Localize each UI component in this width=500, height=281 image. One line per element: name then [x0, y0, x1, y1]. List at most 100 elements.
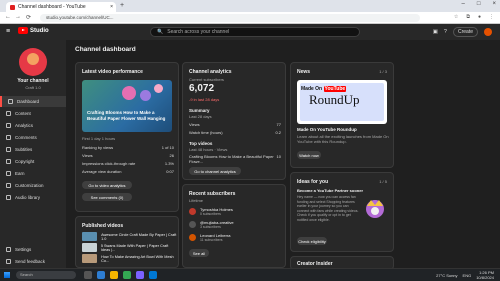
page-title: Channel dashboard [75, 46, 136, 53]
app-icon[interactable] [136, 271, 144, 279]
sidebar-item-label: Earn [15, 171, 25, 176]
taskbar-search-input[interactable]: Search [16, 271, 76, 279]
sidebar-item-subtitles[interactable]: Subtitles [0, 144, 66, 155]
channel-analytics-button[interactable]: Go to channel analytics [189, 167, 241, 175]
watch-now-button[interactable]: Watch now [297, 151, 321, 159]
sidebar: Your channel Craft 1.0 Dashboard Content… [0, 40, 66, 268]
sidebar-item-analytics[interactable]: Analytics [0, 120, 66, 131]
hamburger-icon[interactable]: ≡ [6, 28, 10, 35]
search-input[interactable]: 🔍 Search across your channel [150, 27, 360, 37]
current-subs-label: Current subscribers [189, 77, 224, 82]
sidebar-item-audio-library[interactable]: Audio library [0, 192, 66, 203]
store-icon[interactable] [149, 271, 157, 279]
subscriber-row[interactable]: Tymoshka Holmes 0 subscribers [189, 207, 233, 216]
messages-icon[interactable]: ▣ [433, 29, 438, 35]
video-title: How To Make Amazing Art Bowl With Mesh C… [101, 254, 174, 263]
sidebar-item-dashboard[interactable]: Dashboard [0, 96, 66, 107]
summary-title: Summary [189, 108, 210, 113]
card-title: Latest video performance [82, 69, 143, 75]
url-field[interactable]: studio.youtube.com/channel/UC... [40, 14, 420, 22]
youtube-favicon-icon [10, 4, 15, 10]
card-title: Published videos [82, 223, 124, 229]
windows-start-icon[interactable] [4, 272, 10, 278]
sidebar-item-earn[interactable]: Earn [0, 168, 66, 179]
profile-icon[interactable]: ● [478, 14, 481, 20]
stat-row: Views 77 [189, 122, 281, 127]
published-video-row[interactable]: How To Make Amazing Art Bowl With Mesh C… [82, 254, 178, 263]
stat-row: Watch time (hours) 0.2 [189, 130, 281, 135]
stat-row: Ranking by views 1 of 10 [82, 145, 174, 150]
channel-avatar[interactable] [19, 48, 47, 76]
summary-subtitle: Last 28 days [189, 114, 212, 119]
top-video-row[interactable]: Crafting Blooms How to Make a Beautiful … [189, 154, 281, 164]
subscriber-row[interactable]: @mujtaba-creative 3 subscribers [189, 220, 234, 229]
sidebar-item-customization[interactable]: Customization [0, 180, 66, 191]
reload-icon[interactable]: ⟳ [26, 14, 31, 21]
sidebar-item-settings[interactable]: Settings [0, 244, 66, 255]
back-icon[interactable]: ← [5, 14, 11, 20]
extensions-icon[interactable]: ⧉ [466, 14, 470, 20]
video-analytics-button[interactable]: Go to video analytics [82, 181, 132, 189]
video-thumbnail [82, 243, 97, 252]
video-thumbnail [82, 254, 98, 263]
close-window-icon[interactable]: × [492, 1, 496, 7]
more-icon[interactable]: ⋮ [489, 14, 494, 20]
maximize-icon[interactable]: □ [477, 1, 481, 7]
task-view-icon[interactable] [84, 271, 92, 279]
tab-close-icon[interactable]: × [110, 4, 113, 10]
sidebar-item-label: Comments [15, 135, 37, 140]
browser-tab[interactable]: Channel dashboard - YouTube × [6, 2, 116, 12]
video-title: Awesome Circle Craft Made By Paper | Cra… [101, 232, 177, 241]
channel-name: Your channel [17, 78, 49, 84]
analytics-icon [6, 123, 11, 128]
sidebar-item-label: Content [15, 111, 31, 116]
search-placeholder: Search across your channel [167, 29, 230, 35]
published-video-row[interactable]: Awesome Circle Craft Made By Paper | Cra… [82, 232, 178, 241]
see-all-button[interactable]: See all [189, 249, 209, 257]
sidebar-item-comments[interactable]: Comments [0, 132, 66, 143]
card-title: Ideas for you [297, 179, 329, 185]
card-title: News [297, 69, 311, 75]
stat-value: 26 [169, 153, 174, 158]
stat-row: Impressions click-through rate 1.3% [82, 161, 174, 166]
chrome-icon[interactable] [123, 271, 131, 279]
sidebar-item-label: Analytics [15, 123, 34, 128]
channel-subtitle: Craft 1.0 [25, 85, 41, 90]
ideas-pager[interactable]: 1 / 5 [379, 179, 387, 184]
stat-label: Average view duration [82, 169, 122, 174]
star-icon[interactable]: ☆ [454, 14, 458, 20]
check-eligibility-button[interactable]: Check eligibility [297, 237, 327, 245]
sidebar-item-label: Audio library [15, 195, 41, 200]
subscriber-row[interactable]: Leonard Leiberra 11 subscribers [189, 233, 230, 242]
news-image[interactable]: Made On YouTube RoundUp [297, 80, 387, 124]
help-icon[interactable]: ? [444, 29, 447, 35]
flower-decoration [122, 86, 136, 100]
studio-header: ≡ Studio 🔍 Search across your channel ▣ … [0, 24, 500, 40]
forward-icon[interactable]: → [15, 14, 21, 20]
news-pager[interactable]: 1 / 3 [379, 69, 387, 74]
new-tab-button[interactable]: + [120, 2, 124, 9]
create-button[interactable]: Create [452, 27, 478, 37]
crown-illustration-icon [363, 197, 387, 219]
studio-logo[interactable]: Studio [18, 27, 49, 34]
published-video-row[interactable]: 5 Swans Made With Paper | Paper Craft Id… [82, 243, 178, 252]
subscriber-count: 3 subscribers [200, 225, 221, 229]
clock[interactable]: 1:26 PM 10/8/2024 [476, 270, 494, 280]
browser-toolbar-icons: ☆ ⧉ ● ⋮ [454, 14, 494, 20]
stat-value: 77 [276, 122, 281, 127]
video-thumbnail[interactable]: Crafting Blooms How to Make a Beautiful … [82, 80, 172, 132]
edge-icon[interactable] [97, 271, 105, 279]
minimize-icon[interactable]: – [462, 1, 465, 7]
account-avatar[interactable] [484, 28, 492, 36]
sidebar-item-content[interactable]: Content [0, 108, 66, 119]
language-indicator[interactable]: ENG [463, 273, 472, 278]
stat-value: 0.2 [275, 130, 281, 135]
card-subtitle: Lifetime [189, 198, 204, 203]
recent-subscribers-card: Recent subscribers Lifetime Tymoshka Hol… [182, 184, 286, 268]
sidebar-item-copyright[interactable]: Copyright [0, 156, 66, 167]
file-explorer-icon[interactable] [110, 271, 118, 279]
see-comments-button[interactable]: See comments (0) [82, 193, 132, 201]
sidebar-item-feedback[interactable]: Send feedback [0, 256, 66, 267]
weather-widget[interactable]: 27°C Sunny [436, 273, 457, 278]
video-title: 5 Swans Made With Paper | Paper Craft Id… [100, 243, 169, 252]
